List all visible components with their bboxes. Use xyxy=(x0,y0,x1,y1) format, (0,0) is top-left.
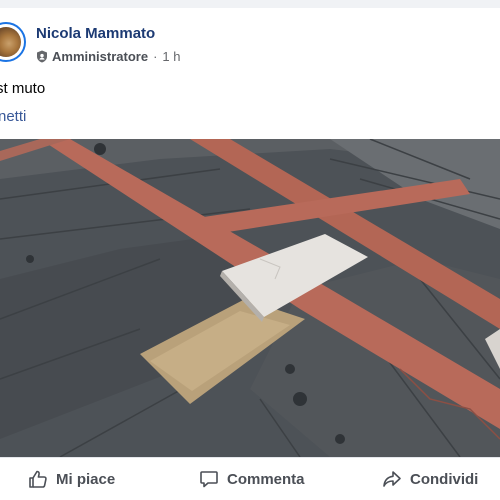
share-button[interactable]: Condividi xyxy=(382,469,478,489)
post-text: st muto xyxy=(0,80,46,97)
comment-label: Commenta xyxy=(227,470,305,488)
comment-button[interactable]: Commenta xyxy=(199,469,305,489)
speech-bubble-icon xyxy=(200,471,218,488)
thumbs-up-icon xyxy=(29,470,47,488)
post-meta: Amministratore · 1 h xyxy=(36,49,181,64)
action-bar: Mi piace Commenta Condividi xyxy=(0,457,500,500)
meta-separator: · xyxy=(153,49,158,64)
author-role: Amministratore xyxy=(52,49,149,64)
avatar-image xyxy=(0,27,21,57)
author-name[interactable]: Nicola Mammato xyxy=(36,25,155,42)
post-timestamp[interactable]: 1 h xyxy=(162,49,180,64)
pavement-photo xyxy=(0,139,500,457)
share-arrow-icon xyxy=(383,471,401,487)
post-card: Nicola Mammato Amministratore · 1 h st m… xyxy=(0,8,500,500)
like-button[interactable]: Mi piace xyxy=(28,469,115,489)
share-label: Condividi xyxy=(410,470,479,488)
admin-shield-icon xyxy=(37,50,47,63)
post-link[interactable]: netti xyxy=(0,108,26,125)
post-header: Nicola Mammato Amministratore · 1 h xyxy=(0,8,500,74)
like-label: Mi piace xyxy=(56,470,116,488)
post-photo[interactable] xyxy=(0,139,500,457)
avatar[interactable] xyxy=(0,22,26,62)
